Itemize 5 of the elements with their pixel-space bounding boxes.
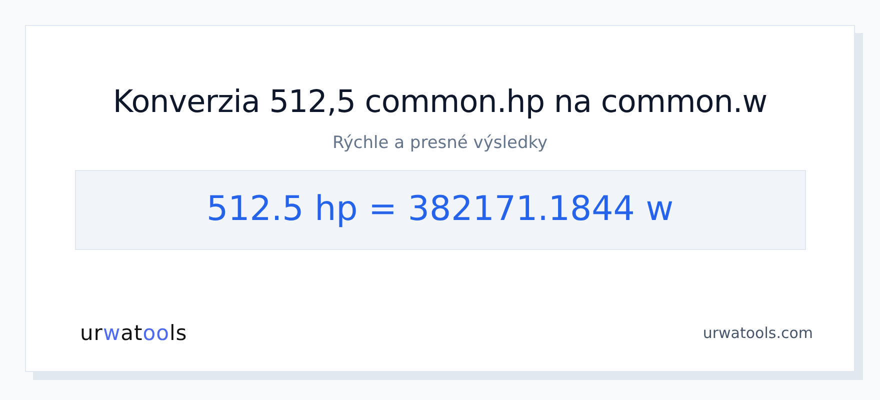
subtitle: Rýchle a presné výsledky	[332, 132, 548, 156]
conversion-result: 512.5 hp = 382171.1844 w	[206, 188, 674, 232]
site-address: urwatools.com	[702, 323, 813, 344]
logo: urwatools	[80, 320, 188, 346]
page-title: Konverzia 512,5 common.hp na common.w	[112, 84, 768, 122]
